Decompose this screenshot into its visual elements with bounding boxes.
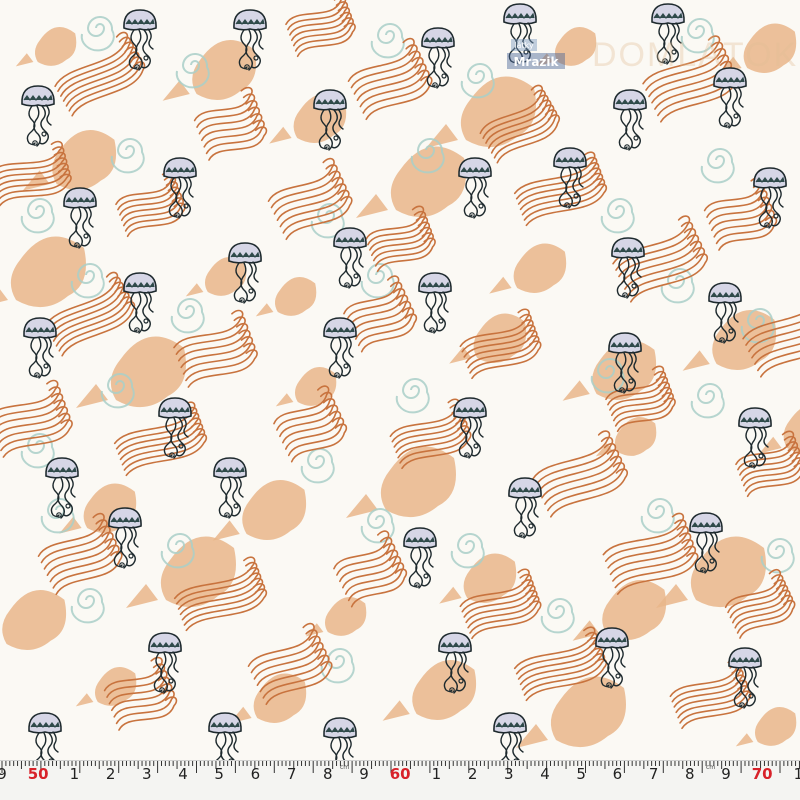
ruler-number: 8: [323, 765, 333, 783]
ruler-number: 5: [576, 765, 586, 783]
ruler-unit-mark: cm: [706, 764, 716, 771]
ruler-number: 5: [214, 765, 224, 783]
ruler-number: 9: [359, 765, 369, 783]
ruler-number: 8: [685, 765, 695, 783]
ruler-number: 2: [467, 765, 478, 783]
ruler-number: 6: [250, 765, 261, 783]
ruler-number: 4: [178, 765, 188, 783]
ruler-number: 1: [431, 765, 442, 783]
ruler-number: 6: [612, 765, 623, 783]
ruler-number: 3: [504, 765, 514, 783]
ruler-number: 7: [648, 765, 659, 783]
ruler-number: 70: [751, 765, 773, 783]
ruler-unit-mark: cm: [340, 764, 350, 771]
watermark-logo-bottom: Mrazik: [513, 55, 559, 69]
ruler-number: 60: [389, 765, 411, 783]
ruler-number: 1: [793, 765, 800, 783]
ruler-number: 7: [286, 765, 297, 783]
ruler-number: 9: [721, 765, 731, 783]
fabric-pattern: [0, 0, 800, 760]
ruler-number: 2: [105, 765, 116, 783]
watermark-logo: látky Mrazik: [507, 39, 565, 69]
ruler-number: 50: [27, 765, 49, 783]
ruler-number: 3: [142, 765, 152, 783]
ruler-number: 9: [0, 765, 7, 783]
ruler-number: 1: [69, 765, 80, 783]
ruler-number: 4: [540, 765, 550, 783]
watermark-logo-top: látky: [514, 41, 534, 50]
fabric-photo: látky Mrazik DOMLÁTOK.SK 9 50 1 2 3 4 5 6 7 8 9 60 1…: [0, 0, 800, 800]
watermark-site-text: DOMLÁTOK.SK: [592, 36, 800, 74]
